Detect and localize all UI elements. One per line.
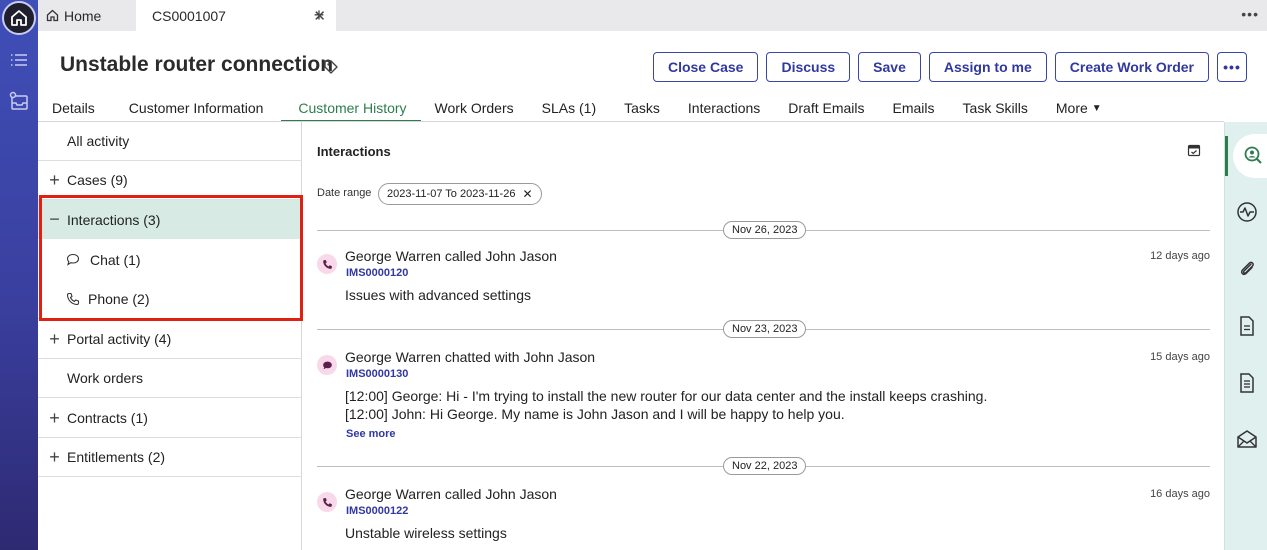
tab-strip: Home CS0001007 ✕ + ••• <box>38 0 1267 31</box>
tab-draft-emails[interactable]: Draft Emails <box>774 94 878 122</box>
tab-details[interactable]: Details <box>38 94 109 122</box>
save-button[interactable]: Save <box>858 52 921 82</box>
expand-icon[interactable]: + <box>38 447 67 468</box>
nav-portal-activity[interactable]: + Portal activity (4) <box>38 320 302 359</box>
home-icon[interactable] <box>2 1 36 35</box>
context-sidebar <box>1224 122 1267 550</box>
remove-filter-icon[interactable]: ✕ <box>522 187 532 201</box>
interaction-id-link[interactable]: IMS0000120 <box>346 267 408 279</box>
app-rail <box>0 0 38 550</box>
more-options-icon[interactable]: ••• <box>1241 6 1259 22</box>
interaction-entry[interactable]: George Warren chatted with John Jason IM… <box>317 349 1210 449</box>
phone-call-icon <box>317 254 337 274</box>
nav-all-activity[interactable]: All activity <box>38 122 302 161</box>
nav-cases-label: Cases (9) <box>67 172 128 188</box>
date-pill: Nov 23, 2023 <box>723 320 807 338</box>
calendar-icon[interactable] <box>1187 143 1201 162</box>
document-icon[interactable] <box>1235 314 1259 338</box>
interaction-summary: Unstable wireless settings <box>345 525 507 541</box>
attachment-icon[interactable] <box>1235 257 1259 281</box>
interaction-time: 15 days ago <box>1150 351 1210 363</box>
interaction-id-link[interactable]: IMS0000122 <box>346 505 408 517</box>
tab-case-label: CS0001007 <box>152 7 226 24</box>
expand-icon[interactable]: + <box>38 329 67 350</box>
chat-line: [12:00] George: Hi - I'm trying to insta… <box>345 388 988 404</box>
tab-slas[interactable]: SLAs (1) <box>528 94 610 122</box>
notes-icon[interactable] <box>1235 371 1259 395</box>
tab-task-skills[interactable]: Task Skills <box>949 94 1042 122</box>
nav-entitlements-label: Entitlements (2) <box>67 449 166 465</box>
nav-portal-label: Portal activity (4) <box>67 331 172 347</box>
nav-entitlements[interactable]: + Entitlements (2) <box>38 438 302 477</box>
date-range-value: 2023-11-07 To 2023-11-26 <box>387 188 516 200</box>
expand-icon[interactable]: + <box>38 170 67 191</box>
active-indicator <box>1225 136 1228 176</box>
list-icon[interactable] <box>7 50 31 70</box>
tag-icon[interactable] <box>323 59 339 80</box>
tab-customer-information[interactable]: Customer Information <box>109 94 278 122</box>
discuss-button[interactable]: Discuss <box>766 52 851 82</box>
tab-emails[interactable]: Emails <box>879 94 949 122</box>
interaction-time: 12 days ago <box>1150 250 1210 262</box>
phone-call-icon <box>317 492 337 512</box>
section-title: Interactions <box>317 144 391 159</box>
page-title: Unstable router connection <box>60 53 334 76</box>
tab-work-orders[interactable]: Work Orders <box>421 94 528 122</box>
tab-customer-history[interactable]: Customer History <box>277 94 421 122</box>
nav-contracts[interactable]: + Contracts (1) <box>38 399 302 438</box>
email-icon[interactable] <box>1235 427 1259 451</box>
more-actions-button[interactable]: ••• <box>1217 52 1247 82</box>
close-case-button[interactable]: Close Case <box>652 52 759 82</box>
chat-line: [12:00] John: Hi George. My name is John… <box>345 406 845 422</box>
tab-case[interactable]: CS0001007 ✕ <box>136 0 336 31</box>
tab-home-label: Home <box>64 7 102 24</box>
tab-more-label: More <box>1055 100 1088 116</box>
caret-down-icon: ▼ <box>1091 102 1102 114</box>
expand-icon[interactable]: + <box>38 408 67 429</box>
record-tabs: Details Customer Information Customer Hi… <box>38 94 1116 122</box>
see-more-link[interactable]: See more <box>346 428 396 440</box>
chat-icon <box>317 355 337 375</box>
interaction-title: George Warren chatted with John Jason <box>345 349 596 365</box>
tab-more[interactable]: More ▼ <box>1042 94 1116 122</box>
action-bar: Close Case Discuss Save Assign to me Cre… <box>652 52 1247 82</box>
tab-tasks[interactable]: Tasks <box>610 94 674 122</box>
nav-contracts-label: Contracts (1) <box>67 410 148 426</box>
date-pill: Nov 22, 2023 <box>723 457 807 475</box>
inbox-icon[interactable] <box>7 91 31 111</box>
create-work-order-button[interactable]: Create Work Order <box>1054 52 1209 82</box>
interactions-panel: Interactions Date range 2023-11-07 To 20… <box>303 122 1224 550</box>
nav-all-activity-label: All activity <box>67 133 130 149</box>
agent-assist-icon[interactable] <box>1241 144 1265 168</box>
history-nav: All activity + Cases (9) − Interactions … <box>38 122 302 550</box>
interaction-title: George Warren called John Jason <box>345 248 557 264</box>
interaction-title: George Warren called John Jason <box>345 486 557 502</box>
highlight-box <box>39 195 303 321</box>
tab-home[interactable]: Home <box>38 0 136 31</box>
date-pill: Nov 26, 2023 <box>723 221 807 239</box>
activity-icon[interactable] <box>1235 200 1259 224</box>
date-range-label: Date range <box>317 187 372 199</box>
interaction-time: 16 days ago <box>1150 488 1210 500</box>
interaction-entry[interactable]: George Warren called John Jason IMS00001… <box>317 486 1210 546</box>
new-tab-icon[interactable]: + <box>307 0 331 31</box>
tab-interactions[interactable]: Interactions <box>674 94 774 122</box>
interaction-summary: Issues with advanced settings <box>345 287 531 303</box>
home-tab-icon <box>46 9 59 22</box>
nav-work-orders-label: Work orders <box>67 370 143 386</box>
interaction-id-link[interactable]: IMS0000130 <box>346 368 408 380</box>
assign-to-me-button[interactable]: Assign to me <box>928 52 1047 82</box>
date-range-chip[interactable]: 2023-11-07 To 2023-11-26 ✕ <box>378 183 542 205</box>
nav-work-orders[interactable]: Work orders <box>38 359 302 398</box>
interaction-entry[interactable]: George Warren called John Jason IMS00001… <box>317 248 1210 308</box>
